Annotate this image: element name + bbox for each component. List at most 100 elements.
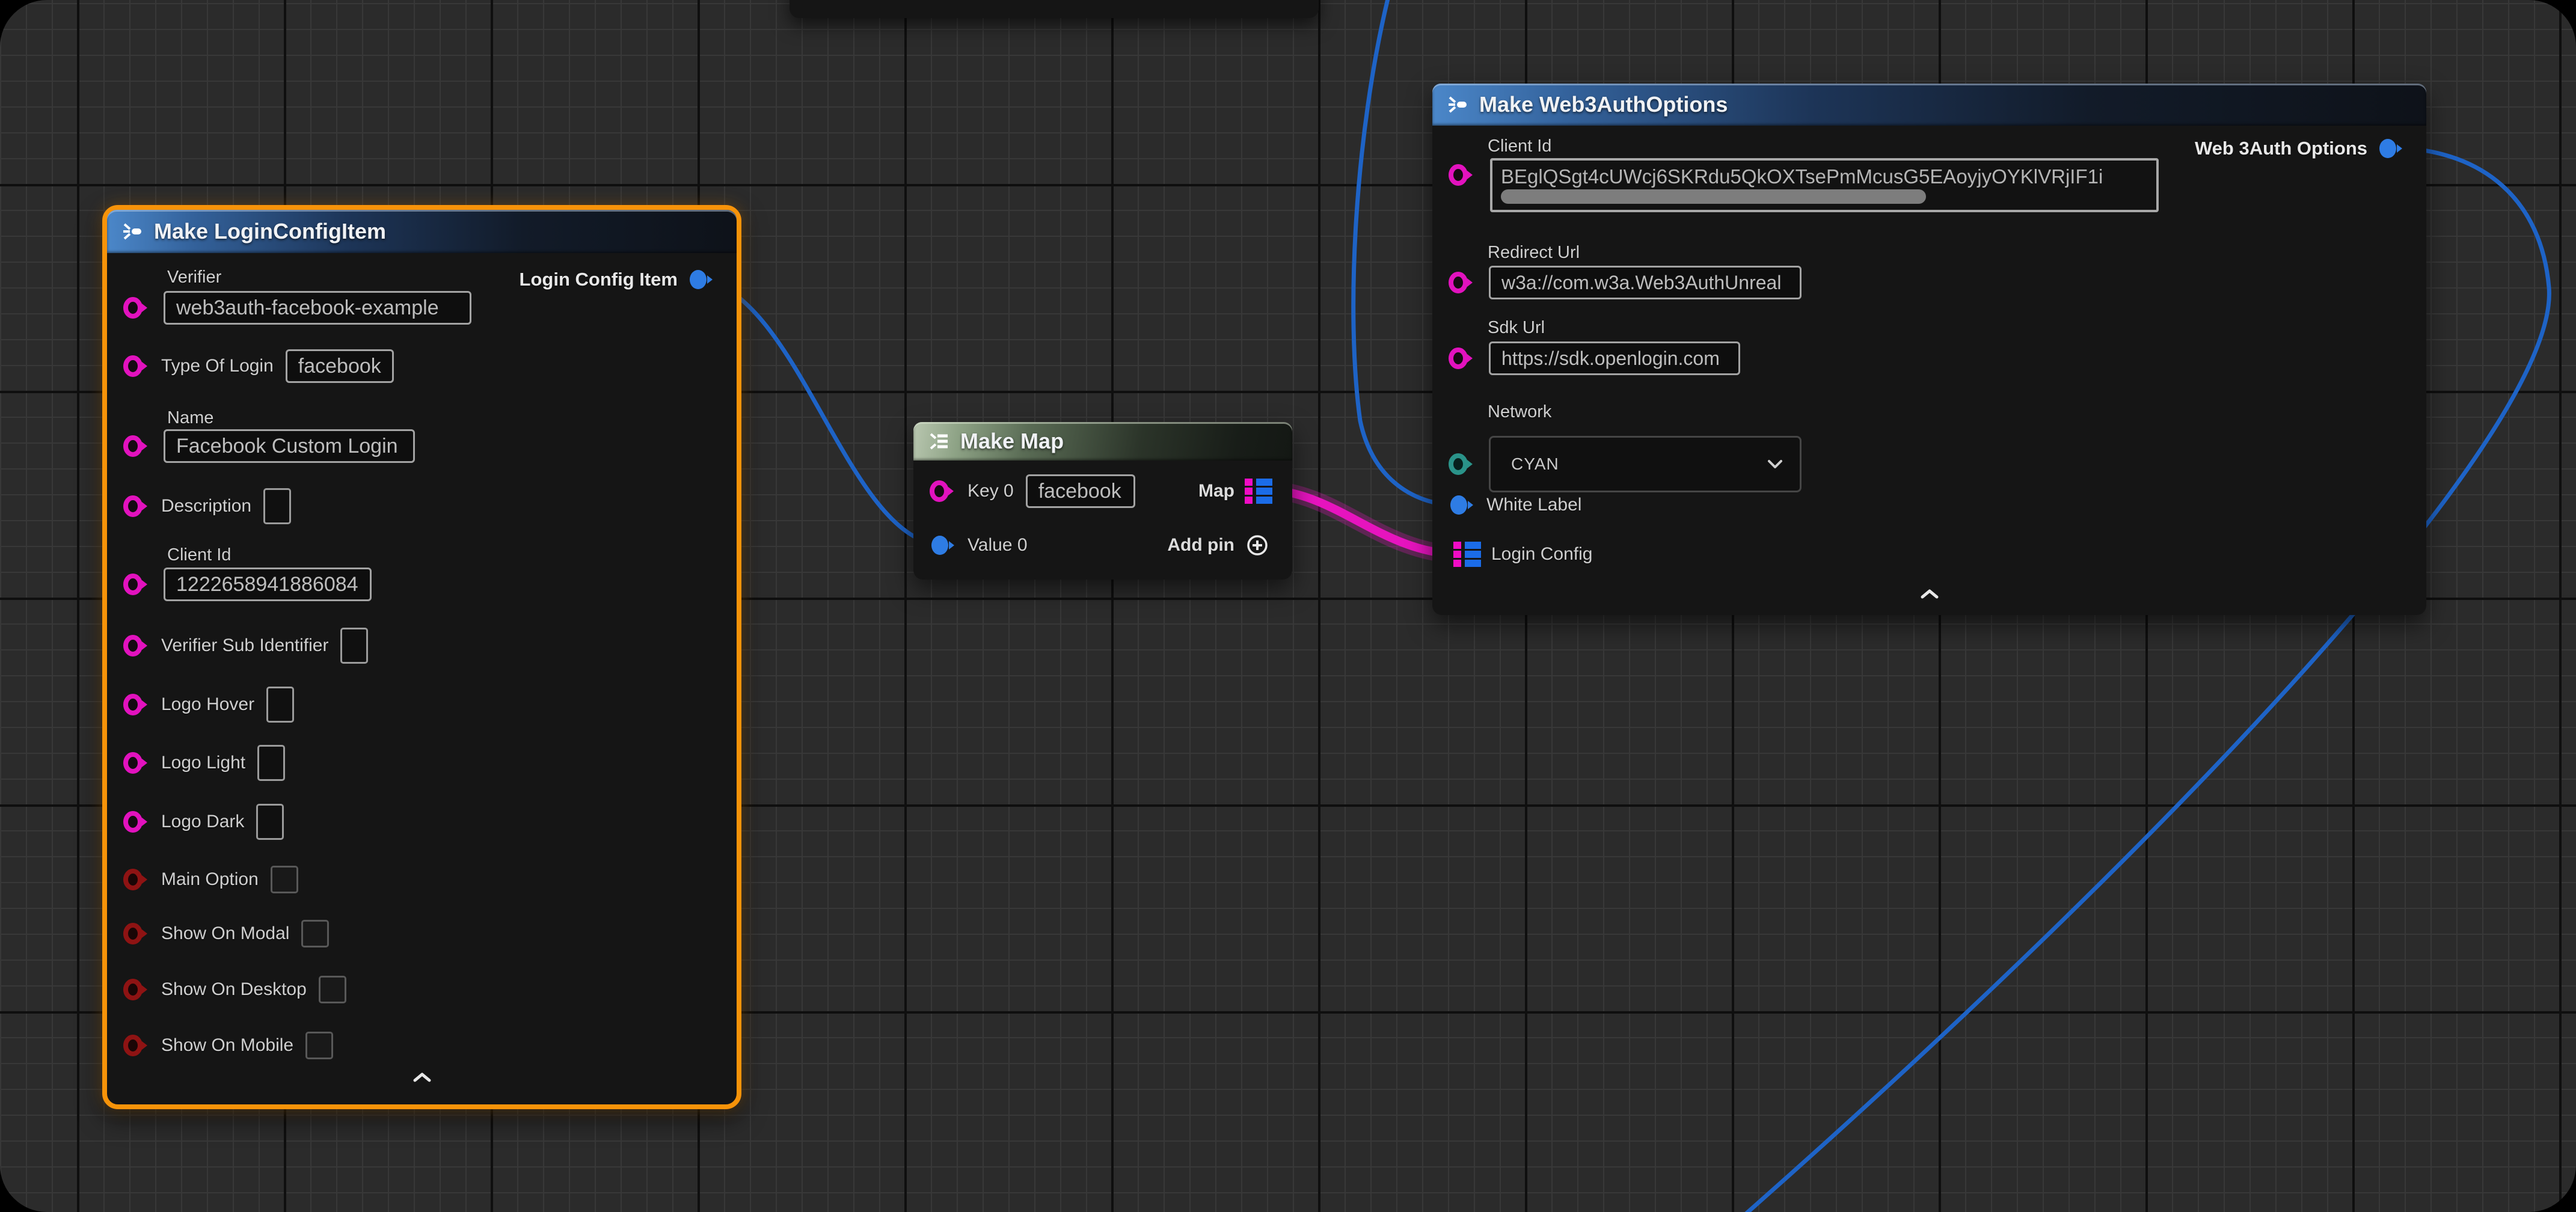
pin-label: Value 0 bbox=[968, 535, 1028, 556]
pin-label: Show On Mobile bbox=[161, 1035, 293, 1056]
pin-row-main-option: Main Option bbox=[123, 861, 721, 898]
make-container-icon bbox=[928, 431, 949, 451]
textarea-scrollbar[interactable] bbox=[1501, 189, 1926, 204]
pin-row-sdk-url: https://sdk.openlogin.com bbox=[1448, 340, 2411, 377]
boolean-pin[interactable] bbox=[123, 978, 152, 1002]
make-struct-icon bbox=[1447, 94, 1468, 115]
pin-label: Type Of Login bbox=[161, 356, 274, 376]
node-make-web3authoptions[interactable]: Make Web3AuthOptions Web 3Auth Options C… bbox=[1432, 84, 2426, 615]
enum-pin[interactable] bbox=[1448, 452, 1477, 476]
key0-input[interactable]: facebook bbox=[1026, 474, 1135, 508]
add-pin-button[interactable]: Add pin bbox=[1167, 527, 1269, 564]
redirect-url-input[interactable]: w3a://com.w3a.Web3AuthUnreal bbox=[1489, 266, 1802, 299]
node-title: Make LoginConfigItem bbox=[154, 219, 386, 244]
boolean-pin[interactable] bbox=[123, 922, 152, 946]
pin-row-white-label: White Label bbox=[1448, 486, 2411, 524]
pin-label: Key 0 bbox=[968, 481, 1014, 501]
pin-row-login-config: Login Config bbox=[1448, 536, 2411, 573]
node-header[interactable]: Make Web3AuthOptions bbox=[1432, 84, 2426, 126]
logo-hover-input-empty[interactable] bbox=[266, 687, 294, 723]
logo-dark-input-empty[interactable] bbox=[256, 804, 284, 840]
pin-row-logo-dark: Logo Dark bbox=[123, 803, 721, 840]
pin-label: Login Config bbox=[1491, 544, 1592, 565]
pin-label: White Label bbox=[1486, 495, 1581, 515]
node-header[interactable]: Make Map bbox=[913, 422, 1292, 461]
pin-row-logo-hover: Logo Hover bbox=[123, 686, 721, 723]
pin-label: Verifier Sub Identifier bbox=[161, 635, 328, 656]
pin-label: Description bbox=[161, 496, 251, 516]
pin-label: Sdk Url bbox=[1488, 318, 1545, 338]
map-output-row: Map bbox=[1198, 473, 1273, 510]
string-pin[interactable] bbox=[123, 354, 152, 378]
string-pin[interactable] bbox=[1448, 346, 1477, 370]
string-pin[interactable] bbox=[123, 693, 152, 717]
collapse-arrow-icon[interactable] bbox=[410, 1071, 434, 1084]
main-option-checkbox[interactable] bbox=[271, 866, 298, 893]
collapse-arrow-icon[interactable] bbox=[1918, 587, 1942, 601]
pin-row-show-on-modal: Show On Modal bbox=[123, 915, 721, 952]
boolean-pin[interactable] bbox=[123, 1033, 152, 1057]
string-pin[interactable] bbox=[123, 634, 152, 658]
value0-pin[interactable] bbox=[929, 533, 958, 557]
pin-row-redirect-url: w3a://com.w3a.Web3AuthUnreal bbox=[1448, 264, 2411, 301]
sdk-url-input[interactable]: https://sdk.openlogin.com bbox=[1489, 341, 1740, 375]
network-selected-value: CYAN bbox=[1511, 454, 1559, 474]
node-title: Make Web3AuthOptions bbox=[1479, 92, 1728, 117]
client-id-textarea[interactable]: BEglQSgt4cUWcj6SKRdu5QkOXTsePmMcusG5EAoy… bbox=[1490, 158, 2159, 212]
pin-label: Verifier bbox=[167, 268, 221, 287]
white-label-pin[interactable] bbox=[1448, 493, 1477, 517]
pin-row-verifier: web3auth-facebook-example bbox=[123, 289, 721, 326]
boolean-pin[interactable] bbox=[123, 868, 152, 892]
string-pin[interactable] bbox=[123, 434, 152, 458]
show-on-desktop-checkbox[interactable] bbox=[319, 976, 346, 1003]
string-pin[interactable] bbox=[123, 572, 152, 596]
node-make-loginconfigitem[interactable]: Make LoginConfigItem Login Config Item V… bbox=[102, 205, 741, 1109]
output-pin-label: Login Config Item bbox=[520, 269, 678, 290]
client-id-text: BEglQSgt4cUWcj6SKRdu5QkOXTsePmMcusG5EAoy… bbox=[1492, 161, 2156, 188]
login-config-map-pin[interactable] bbox=[1453, 540, 1482, 568]
node-make-map[interactable]: Make Map Key 0 facebook Map Value 0 Add … bbox=[913, 422, 1292, 580]
pin-row-type-of-login: Type Of Login facebook bbox=[123, 347, 721, 385]
make-struct-icon bbox=[121, 221, 143, 242]
pin-label: Name bbox=[167, 408, 213, 428]
pin-label: Show On Desktop bbox=[161, 979, 307, 1000]
blueprint-canvas[interactable]: Make LoginConfigItem Login Config Item V… bbox=[0, 0, 2576, 1212]
pin-label: Logo Dark bbox=[161, 812, 244, 832]
pin-row-description: Description bbox=[123, 488, 721, 525]
logo-light-input-empty[interactable] bbox=[257, 745, 285, 781]
description-input-empty[interactable] bbox=[263, 488, 291, 524]
pin-label: Redirect Url bbox=[1488, 243, 1580, 263]
show-on-mobile-checkbox[interactable] bbox=[305, 1032, 333, 1059]
pin-row-show-on-mobile: Show On Mobile bbox=[123, 1027, 721, 1064]
show-on-modal-checkbox[interactable] bbox=[301, 920, 329, 947]
pin-label: Logo Light bbox=[161, 753, 245, 773]
chevron-down-icon bbox=[1766, 459, 1784, 470]
login-config-item-output-pin[interactable] bbox=[687, 268, 716, 292]
name-input[interactable]: Facebook Custom Login bbox=[164, 429, 415, 463]
pin-label: Client Id bbox=[167, 545, 231, 565]
string-pin[interactable] bbox=[123, 296, 152, 320]
pin-label: Client Id bbox=[1488, 136, 1551, 156]
string-pin[interactable] bbox=[123, 494, 152, 518]
client-id-input[interactable]: 1222658941886084 bbox=[164, 568, 372, 601]
pin-row-logo-light: Logo Light bbox=[123, 744, 721, 782]
map-output-pin[interactable] bbox=[1244, 477, 1273, 505]
verifier-input[interactable]: web3auth-facebook-example bbox=[164, 291, 471, 325]
network-dropdown[interactable]: CYAN bbox=[1489, 436, 1802, 492]
pin-row-verifier-sub-identifier: Verifier Sub Identifier bbox=[123, 627, 721, 664]
add-pin-label: Add pin bbox=[1167, 535, 1234, 556]
string-pin[interactable] bbox=[123, 751, 152, 775]
string-pin[interactable] bbox=[1448, 271, 1477, 295]
string-pin[interactable] bbox=[123, 810, 152, 834]
verifier-sub-identifier-input-empty[interactable] bbox=[340, 628, 368, 664]
type-of-login-input[interactable]: facebook bbox=[286, 349, 394, 383]
node-title: Make Map bbox=[960, 429, 1064, 454]
node-header[interactable]: Make LoginConfigItem bbox=[107, 210, 737, 253]
output-pin-label: Map bbox=[1198, 481, 1234, 501]
add-pin-icon bbox=[1245, 533, 1269, 557]
string-pin[interactable] bbox=[1448, 163, 1477, 187]
pin-row-show-on-desktop: Show On Desktop bbox=[123, 971, 721, 1008]
pin-row-network: CYAN bbox=[1448, 436, 2411, 492]
pin-label: Main Option bbox=[161, 869, 259, 890]
string-pin[interactable] bbox=[929, 479, 958, 503]
